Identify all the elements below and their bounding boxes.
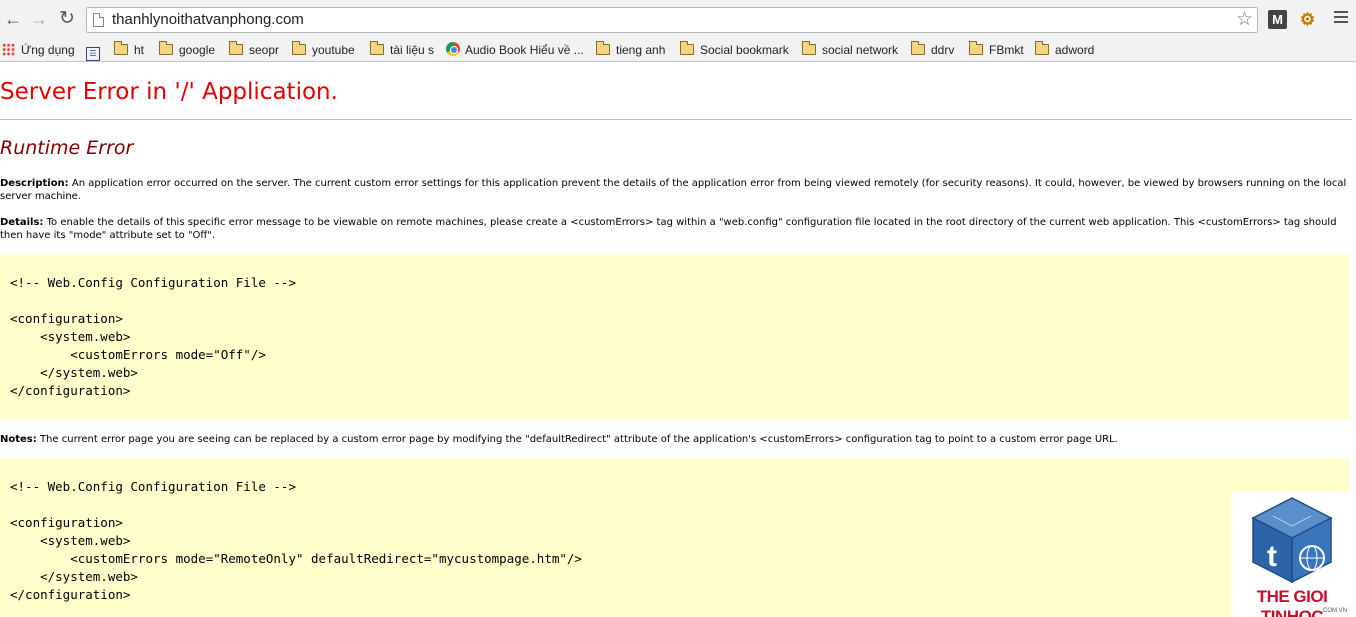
bookmark-fbmkt[interactable]: FBmkt xyxy=(969,41,1024,59)
folder-icon xyxy=(370,41,384,55)
bookmark-adword[interactable]: adword xyxy=(1035,41,1094,59)
watermark-sub: .COM.VN xyxy=(1321,608,1347,614)
svg-text:t: t xyxy=(1267,540,1277,573)
reload-icon[interactable]: ↻ xyxy=(54,6,80,32)
code-line: <configuration> xyxy=(10,311,123,326)
notes-text: The current error page you are seeing ca… xyxy=(39,434,1118,445)
folder-icon xyxy=(596,41,610,55)
notes-paragraph: Notes: The current error page you are se… xyxy=(0,433,1352,446)
code-line: </system.web> xyxy=(10,365,138,380)
extension-m-icon[interactable]: M xyxy=(1268,10,1287,29)
description-label: Description: xyxy=(0,178,69,189)
code-line: <system.web> xyxy=(10,329,131,344)
bookmark-seopr[interactable]: seopr xyxy=(229,41,279,59)
forward-arrow-icon[interactable]: → xyxy=(26,6,52,32)
bookmark-social-bookmark[interactable]: Social bookmark xyxy=(680,41,789,59)
menu-icon[interactable] xyxy=(1334,11,1348,26)
cube-logo-icon: t xyxy=(1251,497,1333,584)
folder-icon xyxy=(969,41,983,55)
code-block-off: <!-- Web.Config Configuration File --> <… xyxy=(0,254,1350,419)
error-subtitle: Runtime Error xyxy=(0,137,134,159)
divider xyxy=(0,119,1352,120)
back-arrow-icon[interactable]: ← xyxy=(0,6,26,32)
code-line: </configuration> xyxy=(10,587,131,602)
extension-gear-icon[interactable]: ⚙ xyxy=(1298,10,1317,29)
notes-label: Notes: xyxy=(0,434,37,445)
folder-icon xyxy=(292,41,306,55)
bookmark-audio-book[interactable]: Audio Book Hiểu về ... xyxy=(446,41,584,59)
browser-toolbar: ← → ↻ thanhlynoithatvanphong.com ☆ M ⚙ xyxy=(0,0,1356,38)
code-line: <!-- Web.Config Configuration File --> xyxy=(10,275,296,290)
chrome-icon xyxy=(446,42,460,56)
folder-icon xyxy=(229,41,243,55)
bookmark-youtube[interactable]: youtube xyxy=(292,41,355,59)
bookmark-page[interactable]: ☰ xyxy=(86,41,100,61)
folder-icon xyxy=(911,41,925,55)
details-paragraph: Details: To enable the details of this s… xyxy=(0,216,1352,242)
url-text[interactable]: thanhlynoithatvanphong.com xyxy=(112,11,304,28)
page-icon: ☰ xyxy=(86,47,100,61)
code-line: <customErrors mode="RemoteOnly" defaultR… xyxy=(10,551,582,566)
bookmark-social-network[interactable]: social network xyxy=(802,41,898,59)
bookmark-ht[interactable]: ht xyxy=(114,41,144,59)
bookmark-ddrv[interactable]: ddrv xyxy=(911,41,954,59)
code-line: </configuration> xyxy=(10,383,131,398)
code-block-remoteonly: <!-- Web.Config Configuration File --> <… xyxy=(0,458,1350,617)
bookmark-tieng-anh[interactable]: tieng anh xyxy=(596,41,665,59)
folder-icon xyxy=(114,41,128,55)
code-line: <configuration> xyxy=(10,515,123,530)
page-icon xyxy=(93,13,104,27)
page-content: Server Error in '/' Application. Runtime… xyxy=(0,63,1356,617)
apps-icon xyxy=(2,43,15,56)
description-text: An application error occurred on the ser… xyxy=(0,178,1347,202)
bookmark-tai-lieu[interactable]: tài liệu s xyxy=(370,41,434,59)
bookmark-apps[interactable]: Ứng dụng xyxy=(2,41,75,59)
code-line: <system.web> xyxy=(10,533,131,548)
address-bar[interactable]: thanhlynoithatvanphong.com ☆ xyxy=(86,7,1258,33)
bookmark-google[interactable]: google xyxy=(159,41,215,59)
code-line: </system.web> xyxy=(10,569,138,584)
watermark-logo: t THE GIOI TINHOC .COM.VN xyxy=(1231,492,1353,617)
folder-icon xyxy=(1035,41,1049,55)
bookmark-star-icon[interactable]: ☆ xyxy=(1236,8,1253,31)
folder-icon xyxy=(680,41,694,55)
folder-icon xyxy=(802,41,816,55)
code-line: <!-- Web.Config Configuration File --> xyxy=(10,479,296,494)
bookmarks-bar: Ứng dụng ☰ ht google seopr youtube tài l… xyxy=(0,38,1356,62)
code-line: <customErrors mode="Off"/> xyxy=(10,347,266,362)
description-paragraph: Description: An application error occurr… xyxy=(0,177,1352,203)
details-label: Details: xyxy=(0,217,44,228)
page-title: Server Error in '/' Application. xyxy=(0,79,338,105)
folder-icon xyxy=(159,41,173,55)
details-text: To enable the details of this specific e… xyxy=(0,217,1337,241)
